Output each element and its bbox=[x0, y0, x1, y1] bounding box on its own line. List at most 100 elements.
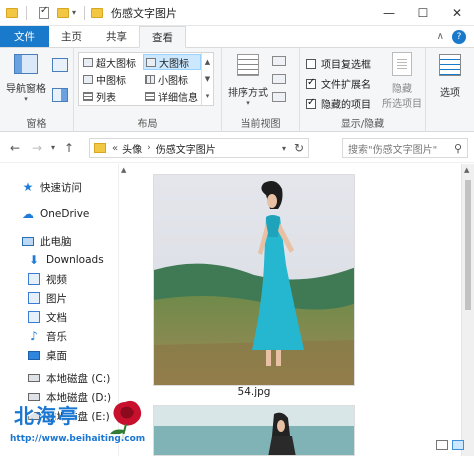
breadcrumb-current[interactable]: 伤感文字图片 bbox=[156, 141, 216, 156]
minimize-button[interactable]: — bbox=[372, 0, 406, 26]
nav-this-pc[interactable]: 此电脑 bbox=[22, 232, 72, 250]
title-divider bbox=[26, 5, 27, 20]
maximize-button[interactable]: ☐ bbox=[406, 0, 440, 26]
hide-selected-button[interactable]: 隐藏 所选项目 bbox=[382, 52, 422, 110]
group-by-icon[interactable] bbox=[272, 56, 286, 66]
layout-gallery: 超大图标 大图标 中图标 小图标 列表 详细信息 ▲ ▼ ▾ bbox=[78, 52, 214, 106]
add-columns-icon[interactable] bbox=[272, 74, 286, 84]
options-button[interactable]: 选项 bbox=[430, 54, 470, 99]
address-bar[interactable]: « 头像 › 伤感文字图片 ▾ ↻ bbox=[89, 138, 309, 158]
image-thumbnail[interactable] bbox=[153, 174, 355, 386]
ribbon-tabs: 文件 主页 共享 查看 ∧ ? bbox=[0, 26, 474, 48]
nav-videos[interactable]: 视频 bbox=[28, 270, 67, 288]
nav-item-label: OneDrive bbox=[40, 208, 90, 220]
sort-by-label: 排序方式 bbox=[228, 88, 268, 99]
refresh-icon[interactable]: ↻ bbox=[294, 141, 304, 155]
hidden-items-toggle[interactable]: 隐藏的项目 bbox=[306, 96, 371, 111]
nav-pane-dropdown-icon: ▾ bbox=[24, 95, 28, 103]
layout-large-icons[interactable]: 大图标 bbox=[143, 54, 201, 70]
nav-disk-c[interactable]: 本地磁盘 (C:) bbox=[28, 369, 110, 387]
sort-by-button[interactable]: 排序方式 ▾ bbox=[226, 54, 270, 107]
current-view-group-label: 当前视图 bbox=[240, 119, 281, 130]
size-columns-icon[interactable] bbox=[272, 92, 286, 102]
preview-pane-icon[interactable] bbox=[52, 58, 68, 72]
layout-extra-large-icons[interactable]: 超大图标 bbox=[81, 54, 141, 70]
content-scrollbar[interactable]: ▲ bbox=[461, 164, 474, 456]
help-icon[interactable]: ? bbox=[452, 29, 466, 44]
layout-item-label: 中图标 bbox=[96, 75, 126, 87]
sort-icon bbox=[237, 54, 259, 76]
search-input[interactable]: 搜索"伤感文字图片" bbox=[348, 141, 437, 156]
nav-desktop[interactable]: 桌面 bbox=[28, 346, 67, 364]
address-dropdown-icon[interactable]: ▾ bbox=[282, 144, 286, 153]
nav-item-label: 图片 bbox=[46, 292, 67, 305]
item-checkboxes-checkbox[interactable] bbox=[306, 58, 316, 69]
gallery-expand-icon[interactable]: ▾ bbox=[206, 92, 210, 100]
details-view-icon[interactable] bbox=[436, 440, 448, 450]
recent-locations-icon[interactable]: ▾ bbox=[48, 143, 58, 152]
computer-icon bbox=[22, 236, 34, 246]
scroll-up-icon[interactable]: ▲ bbox=[464, 166, 469, 174]
desktop-icon bbox=[28, 350, 40, 360]
file-extensions-toggle[interactable]: 文件扩展名 bbox=[306, 76, 371, 91]
search-box[interactable]: 搜索"伤感文字图片" ⚲ bbox=[342, 138, 468, 158]
hidden-items-checkbox[interactable] bbox=[306, 97, 316, 109]
item-checkboxes-toggle[interactable]: 项目复选框 bbox=[306, 56, 371, 71]
breadcrumb-root[interactable]: 头像 bbox=[122, 141, 142, 156]
nav-pictures[interactable]: 图片 bbox=[28, 289, 67, 307]
nav-item-label: 文档 bbox=[46, 311, 67, 324]
large-icons-view-icon[interactable] bbox=[452, 440, 464, 450]
layout-item-label: 超大图标 bbox=[96, 58, 136, 70]
nav-pane-button[interactable]: 导航窗格 ▾ bbox=[6, 54, 46, 103]
nav-music[interactable]: ♪ 音乐 bbox=[28, 327, 67, 345]
drive-icon bbox=[28, 374, 40, 382]
nav-documents[interactable]: 文档 bbox=[28, 308, 67, 326]
scroll-up-icon[interactable]: ▲ bbox=[205, 58, 210, 66]
navigation-bar: ← → ▾ ↑ « 头像 › 伤感文字图片 ▾ ↻ 搜索"伤感文字图片" ⚲ bbox=[0, 133, 474, 163]
layout-item-label: 详细信息 bbox=[158, 92, 198, 104]
layout-medium-icons[interactable]: 中图标 bbox=[81, 71, 141, 87]
forward-arrow-icon[interactable]: → bbox=[26, 141, 48, 155]
nav-item-label: 视频 bbox=[46, 273, 67, 286]
panes-group-label: 窗格 bbox=[26, 119, 47, 130]
nav-pane-icon bbox=[14, 54, 38, 74]
file-view: 54.jpg bbox=[131, 164, 461, 456]
scroll-down-icon[interactable]: ▼ bbox=[205, 75, 210, 83]
tab-home[interactable]: 主页 bbox=[49, 26, 94, 47]
back-arrow-icon[interactable]: ← bbox=[4, 141, 26, 155]
nav-item-label: 音乐 bbox=[46, 330, 67, 343]
nav-quick-access[interactable]: ★ 快速访问 bbox=[22, 178, 82, 196]
show-hide-group-label: 显示/隐藏 bbox=[340, 119, 385, 130]
ribbon: 导航窗格 ▾ 窗格 布局 超大图标 大图标 中图标 小图标 列表 详细信息 ▲ … bbox=[0, 48, 474, 132]
up-arrow-icon[interactable]: ↑ bbox=[58, 141, 80, 155]
list-icon bbox=[83, 91, 93, 101]
nav-downloads[interactable]: ⬇ Downloads bbox=[28, 251, 104, 269]
properties-quick-icon[interactable] bbox=[39, 5, 49, 19]
search-icon[interactable]: ⚲ bbox=[454, 142, 462, 155]
customize-quick-access-icon[interactable]: ▾ bbox=[72, 8, 76, 17]
scroll-up-icon[interactable]: ▲ bbox=[121, 166, 126, 174]
file-name-label[interactable]: 54.jpg bbox=[153, 386, 355, 398]
tab-share[interactable]: 共享 bbox=[94, 26, 139, 47]
layout-small-icons[interactable]: 小图标 bbox=[143, 71, 201, 87]
file-extensions-checkbox[interactable] bbox=[306, 77, 316, 89]
layout-group-label: 布局 bbox=[137, 119, 158, 130]
image-thumbnail-2[interactable] bbox=[153, 405, 355, 456]
title-bar: ▾ 伤感文字图片 — ☐ ✕ bbox=[0, 0, 474, 26]
folder-icon bbox=[6, 7, 18, 18]
details-pane-icon[interactable] bbox=[52, 88, 68, 102]
nav-pane-label: 导航窗格 bbox=[6, 84, 46, 95]
small-icons-icon bbox=[145, 74, 155, 84]
layout-details[interactable]: 详细信息 bbox=[143, 88, 201, 104]
close-button[interactable]: ✕ bbox=[440, 0, 474, 26]
layout-list[interactable]: 列表 bbox=[81, 88, 141, 104]
collapse-ribbon-icon[interactable]: ∧ bbox=[437, 31, 444, 42]
breadcrumb-chevron-icon[interactable]: › bbox=[147, 143, 151, 153]
tab-file[interactable]: 文件 bbox=[0, 26, 49, 47]
layout-gallery-scroll[interactable]: ▲ ▼ ▾ bbox=[201, 53, 213, 105]
new-folder-quick-icon[interactable] bbox=[57, 7, 69, 18]
tab-view[interactable]: 查看 bbox=[139, 26, 186, 48]
nav-onedrive[interactable]: ☁ OneDrive bbox=[22, 205, 89, 223]
address-overflow-icon[interactable]: « bbox=[112, 143, 118, 154]
scrollbar-thumb[interactable] bbox=[465, 180, 471, 310]
